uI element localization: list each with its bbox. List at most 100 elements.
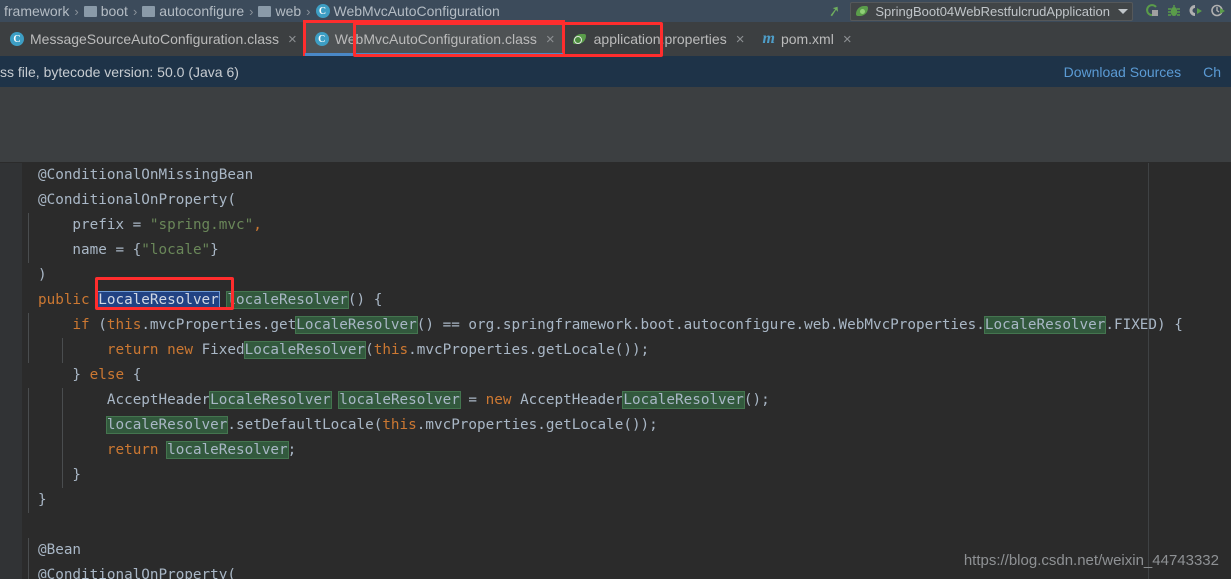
search-match: localeResolver [338, 391, 461, 409]
code-line: public LocaleResolver localeResolver() { [22, 288, 1231, 313]
code-token: return new [106, 342, 202, 358]
run-configuration-selector[interactable]: SpringBoot04WebRestfulcrudApplication [850, 1, 1133, 21]
indent-guide [28, 338, 29, 363]
code-token: ( [365, 342, 374, 358]
code-token: , [253, 217, 262, 233]
code-line: prefix = "spring.mvc", [22, 213, 1231, 238]
code-token: .mvcProperties.getLocale()); [408, 342, 650, 358]
code-line: return new FixedLocaleResolver(this.mvcP… [22, 338, 1231, 363]
code-token: name = { [38, 242, 142, 258]
code-content[interactable]: @ConditionalOnMissingBean @ConditionalOnP… [22, 163, 1231, 579]
code-token: .FIXED) { [1105, 317, 1183, 333]
code-token: { [124, 367, 142, 383]
breadcrumb-label: autoconfigure [159, 3, 245, 19]
breadcrumb-item-framework[interactable]: framework [0, 3, 69, 19]
code-token: public [38, 292, 99, 308]
code-line: } [22, 463, 1231, 488]
code-token: @ConditionalOnProperty( [38, 567, 236, 579]
indent-guide [62, 338, 63, 363]
indent-guide [28, 238, 29, 263]
code-token: () { [347, 292, 383, 308]
code-token: = [459, 392, 486, 408]
search-match: LocaleResolver [295, 316, 418, 334]
code-line: @ConditionalOnProperty( [22, 188, 1231, 213]
code-token: } [38, 492, 47, 508]
notification-message: ss file, bytecode version: 50.0 (Java 6) [0, 63, 239, 80]
indent-guide [28, 463, 29, 488]
top-toolbar: framework › boot › autoconfigure › web ›… [0, 0, 1231, 22]
code-line: AcceptHeaderLocaleResolver localeResolve… [22, 388, 1231, 413]
profile-icon[interactable] [1207, 1, 1228, 22]
run-toolbar: ➚ SpringBoot04WebRestfulcrudApplication [826, 0, 1231, 22]
chevron-down-icon[interactable] [1118, 8, 1128, 14]
indent-guide [28, 313, 29, 338]
spring-properties-icon [572, 32, 588, 46]
editor-tab-bar: C MessageSourceAutoConfiguration.class ×… [0, 20, 1231, 58]
run-with-coverage-icon[interactable] [1185, 1, 1206, 22]
breadcrumb-item-web[interactable]: web [258, 3, 301, 19]
breadcrumb-separator-icon: › [132, 3, 138, 19]
code-token: ( [89, 317, 107, 333]
tab-application-properties[interactable]: application.properties × [563, 22, 753, 56]
indent-guide [62, 388, 63, 413]
watermark: https://blog.csdn.net/weixin_44743332 [963, 552, 1219, 569]
indent-guide [62, 463, 63, 488]
decompiled-file-notification-bar: ss file, bytecode version: 50.0 (Java 6)… [0, 56, 1231, 87]
notification-links: Download Sources Ch [1064, 64, 1221, 80]
code-token: ) [38, 267, 47, 283]
code-token: this [373, 342, 409, 358]
breadcrumb-item-boot[interactable]: boot [83, 3, 128, 19]
download-sources-link[interactable]: Download Sources [1064, 64, 1182, 80]
breadcrumb-separator-icon: › [74, 3, 79, 19]
code-token: this [382, 417, 417, 433]
breadcrumb: framework › boot › autoconfigure › web ›… [0, 0, 500, 22]
close-icon[interactable]: × [288, 31, 297, 48]
indent-guide [28, 388, 29, 413]
choose-sources-link[interactable]: Ch [1203, 64, 1221, 80]
maven-icon: m [762, 30, 775, 47]
search-match: LocaleResolver [983, 316, 1107, 334]
code-token: () == org.springframework.boot.autoconfi… [416, 317, 985, 333]
code-line: name = {"locale"} [22, 238, 1231, 263]
code-editor[interactable]: @ConditionalOnMissingBean @ConditionalOnP… [0, 163, 1231, 579]
tab-label: pom.xml [780, 31, 834, 47]
indent-guide [28, 213, 29, 238]
tab-web-mvc-auto-configuration[interactable]: C WebMvcAutoConfiguration.class × [302, 20, 565, 58]
editor-gutter[interactable] [0, 163, 22, 579]
code-token: .mvcProperties.getLocale()); [416, 417, 658, 433]
indent-guide [28, 488, 29, 513]
rerun-icon[interactable] [1141, 1, 1162, 22]
breadcrumb-label: web [275, 3, 302, 19]
hammer-icon[interactable]: ➚ [826, 1, 842, 21]
debug-icon[interactable] [1163, 1, 1184, 22]
tab-label: WebMvcAutoConfiguration.class [334, 31, 537, 47]
tab-label: application.properties [593, 31, 727, 47]
breadcrumb-label: boot [100, 3, 128, 19]
search-match: LocaleResolver [209, 391, 332, 409]
code-token: this [106, 317, 142, 333]
code-line: @ConditionalOnMissingBean [22, 163, 1231, 188]
breadcrumb-item-autoconfigure[interactable]: autoconfigure [142, 3, 244, 19]
tab-message-source-auto-configuration[interactable]: C MessageSourceAutoConfiguration.class × [0, 22, 305, 56]
code-token: (); [743, 392, 770, 408]
search-match: localeResolver [105, 416, 229, 434]
search-match: localeResolver [166, 441, 289, 459]
close-icon[interactable]: × [546, 31, 555, 48]
search-match: localeResolver [226, 291, 349, 309]
close-icon[interactable]: × [736, 31, 745, 48]
folder-icon [258, 5, 272, 17]
indent-guide [62, 438, 63, 463]
code-token: .setDefaultLocale( [227, 417, 383, 433]
tab-pom-xml[interactable]: m pom.xml × [752, 22, 859, 56]
close-icon[interactable]: × [843, 31, 852, 48]
breadcrumb-item-class[interactable]: C WebMvcAutoConfiguration [315, 3, 500, 19]
code-line: if (this.mvcProperties.getLocaleResolver… [22, 313, 1231, 338]
breadcrumb-separator-icon: › [306, 3, 311, 19]
